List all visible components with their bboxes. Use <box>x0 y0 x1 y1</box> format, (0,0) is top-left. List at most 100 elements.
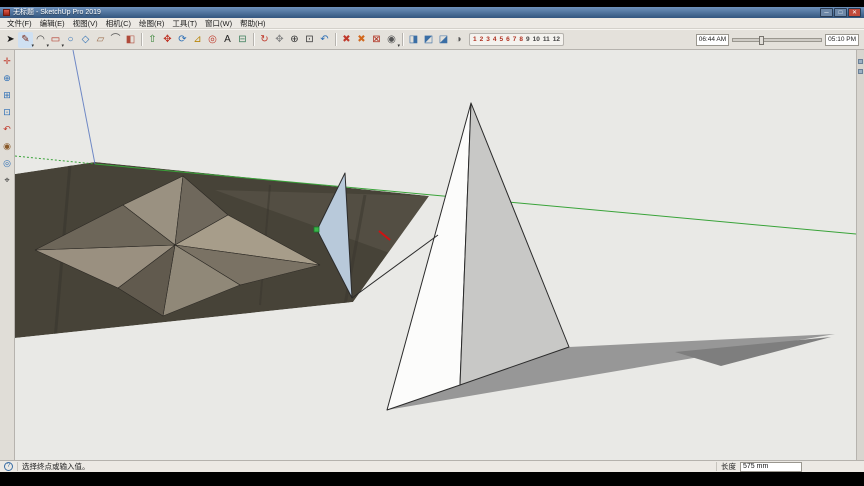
line-tool[interactable]: ✎ ▾ <box>18 31 34 48</box>
tool-glyph: ⊟ <box>238 33 247 45</box>
scene-tab-12[interactable]: 12 <box>552 34 561 45</box>
tool-glyph: ↻ <box>260 33 269 45</box>
arc-tool[interactable]: ◠ ▾ <box>33 32 49 48</box>
tool-glyph: ◉ <box>387 33 396 45</box>
circle-tool[interactable]: ○ <box>63 32 78 48</box>
look-around-tool[interactable]: ◎ <box>1 157 14 170</box>
zoom-window-tool[interactable]: ⊞ <box>1 89 14 102</box>
toolbar-group-camera: ↻ ✥ ⊕ ⊡ ↶ <box>257 32 332 48</box>
minimize-button[interactable]: ─ <box>820 8 833 17</box>
status-hint: 选择终点或输入值。 <box>22 462 90 471</box>
menu-window[interactable]: 窗口(W) <box>201 18 236 29</box>
scene-tab-6[interactable]: 6 <box>505 34 511 45</box>
scene-tab-11[interactable]: 11 <box>542 34 551 45</box>
rectangle-tool[interactable]: ▭ ▾ <box>48 32 64 48</box>
tool-glyph: ⊿ <box>193 33 202 45</box>
tool-glyph: ▭ <box>50 33 61 45</box>
paint-bucket-tool[interactable]: ◧ <box>123 32 138 48</box>
scene-tab-3[interactable]: 3 <box>485 34 491 45</box>
toolbar-separator <box>253 33 254 46</box>
scale-tool[interactable]: ⊿ <box>190 32 205 48</box>
view-front-icon[interactable]: ◨ <box>406 32 421 48</box>
tool-glyph: ✥ <box>275 33 284 45</box>
hide-geometry-icon[interactable]: ✖ <box>354 32 369 48</box>
tool-glyph: ◪ <box>438 33 449 45</box>
menu-help[interactable]: 帮助(H) <box>236 18 269 29</box>
walk-tool[interactable]: ⌖ <box>1 174 14 187</box>
offset-tool[interactable]: ◎ <box>205 32 220 48</box>
window-controls: ─ □ ✕ <box>820 8 861 17</box>
menu-file[interactable]: 文件(F) <box>3 18 36 29</box>
text-tool[interactable]: A <box>220 32 235 48</box>
dropdown-caret-icon[interactable]: ▾ <box>397 43 400 49</box>
view-top-icon[interactable]: ◪ <box>436 32 451 48</box>
shadows-toggle-icon[interactable]: ◑ <box>451 32 466 48</box>
pyramid-right-face <box>459 102 570 386</box>
maximize-button[interactable]: □ <box>834 8 847 17</box>
close-button[interactable]: ✕ <box>848 8 861 17</box>
delete-guides-icon[interactable]: ✖ <box>339 32 354 48</box>
measurement-input[interactable] <box>740 461 802 472</box>
tray-toggle-1[interactable] <box>858 59 863 64</box>
drawing-canvas[interactable] <box>15 50 856 460</box>
rotate-tool[interactable]: ⟳ <box>175 32 190 48</box>
status-bar: ? 选择终点或输入值。 长度 <box>0 460 864 472</box>
help-icon[interactable]: ? <box>4 462 13 471</box>
menu-tools[interactable]: 工具(T) <box>168 18 201 29</box>
tool-glyph: ⊠ <box>372 33 381 45</box>
axes-tool[interactable]: ✛ <box>1 55 14 68</box>
match-photo-icon[interactable]: ⊠ <box>369 32 384 48</box>
scene-tab-4[interactable]: 4 <box>492 34 498 45</box>
panel-tray-edge[interactable] <box>856 50 864 460</box>
tool-glyph: ◨ <box>408 33 419 45</box>
toolbar-separator <box>402 33 403 46</box>
tool-glyph: ⊕ <box>290 33 299 45</box>
view-iso-icon[interactable]: ◩ <box>421 32 436 48</box>
title-bar[interactable]: 无标题 - SketchUp Pro 2019 ─ □ ✕ <box>0 7 864 18</box>
shadow-end-time[interactable]: 05:10 PM <box>825 33 859 46</box>
menu-edit[interactable]: 编辑(E) <box>36 18 69 29</box>
zoom-tool[interactable]: ⊕ <box>287 32 302 48</box>
scene-tab-2[interactable]: 2 <box>479 34 485 45</box>
eraser-tool[interactable]: ▱ <box>93 32 108 48</box>
scene-tab-7[interactable]: 7 <box>512 34 518 45</box>
tool-glyph: ✎ <box>21 33 30 45</box>
menu-view[interactable]: 视图(V) <box>69 18 102 29</box>
previous-view-tool[interactable]: ↶ <box>317 32 332 48</box>
menu-camera[interactable]: 相机(C) <box>102 18 135 29</box>
add-location-icon[interactable]: ◉ ▾ <box>384 32 400 49</box>
toolbar-separator <box>335 33 336 46</box>
tool-glyph: ⌒ <box>110 33 121 45</box>
select-tool[interactable]: ➤ <box>3 32 18 48</box>
tray-toggle-2[interactable] <box>858 69 863 74</box>
statusbar-separator <box>17 462 18 471</box>
menu-draw[interactable]: 绘图(R) <box>135 18 168 29</box>
scene-tab-8[interactable]: 8 <box>518 34 524 45</box>
orbit-tool[interactable]: ↻ <box>257 32 272 48</box>
pushpull-tool[interactable]: ⇧ <box>145 32 160 48</box>
tool-glyph: ◧ <box>125 33 136 45</box>
shadow-slider-thumb[interactable] <box>759 35 765 45</box>
scene-tab-1[interactable]: 1 <box>472 34 478 45</box>
section-plane-tool[interactable]: ⊟ <box>235 32 250 48</box>
scene-tab-10[interactable]: 10 <box>532 34 541 45</box>
shadow-start-time[interactable]: 06:44 AM <box>695 33 730 46</box>
green-axis-dashed <box>15 155 96 165</box>
polygon-tool[interactable]: ◇ <box>78 32 93 48</box>
toolbar-group-draw: ➤ ✎ ▾ ◠ ▾ ▭ ▾ ○ ◇ ▱ ⌒ ◧ <box>3 31 138 48</box>
zoom-extents-tool-left[interactable]: ⊡ <box>1 106 14 119</box>
tool-glyph: ✖ <box>357 33 366 45</box>
zoom-tool-left[interactable]: ⊕ <box>1 72 14 85</box>
move-tool[interactable]: ✥ <box>160 32 175 48</box>
position-camera-tool[interactable]: ◉ <box>1 140 14 153</box>
previous-view-tool-left[interactable]: ↶ <box>1 123 14 136</box>
statusbar-separator <box>716 462 717 471</box>
sketchup-window: 无标题 - SketchUp Pro 2019 ─ □ ✕ 文件(F) 编辑(E… <box>0 7 864 472</box>
scene-tab-5[interactable]: 5 <box>499 34 505 45</box>
zoom-extents-tool[interactable]: ⊡ <box>302 32 317 48</box>
shadow-time-slider[interactable] <box>732 35 823 45</box>
pan-tool[interactable]: ✥ <box>272 32 287 48</box>
tape-measure-tool[interactable]: ⌒ <box>108 32 123 48</box>
tool-glyph: ○ <box>67 33 74 45</box>
scene-tab-9[interactable]: 9 <box>525 34 531 45</box>
